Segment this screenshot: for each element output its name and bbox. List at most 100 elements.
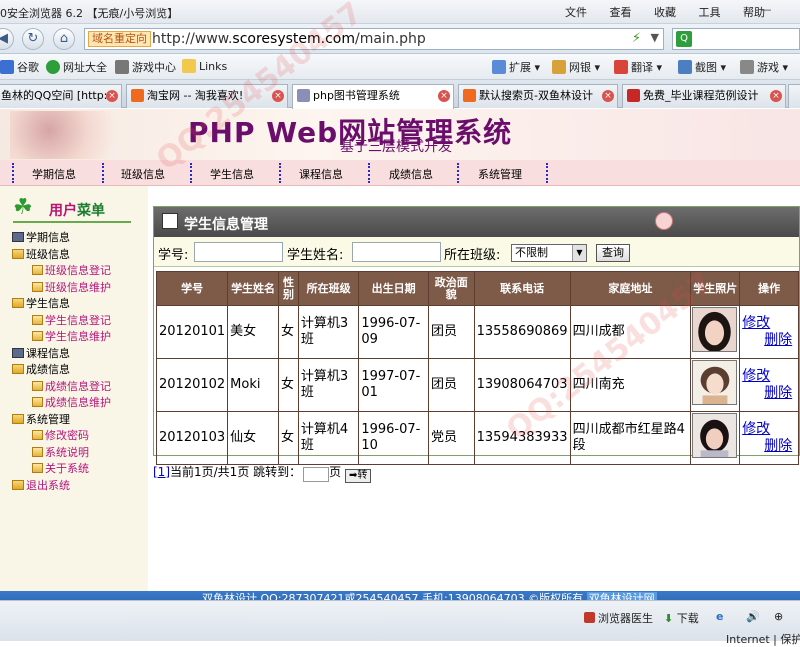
tool-extensions[interactable]: 扩展 ▾ [492,59,540,75]
tab-taobao[interactable]: 淘宝网 -- 淘我喜欢! × [126,84,288,108]
edit-link[interactable]: 修改 [742,421,770,437]
menu-file[interactable]: 文件 [565,6,587,19]
close-icon[interactable]: × [438,90,450,102]
search-box[interactable]: Q [672,28,800,50]
col-action: 操作 [739,271,799,306]
cell-student-name: Moki [227,358,279,412]
edit-link[interactable]: 修改 [742,368,770,384]
speaker-icon[interactable]: 🔊 [746,610,760,623]
cell-phone: 13908064703 [473,358,571,412]
search-engine-icon[interactable]: Q [676,31,692,47]
nav-class[interactable]: 班级信息 [121,166,165,182]
nav-course[interactable]: 课程信息 [299,166,343,182]
nav-student[interactable]: 学生信息 [210,166,254,182]
folder-icon [12,479,24,490]
folder-icon [12,413,24,424]
sidebar-item-score[interactable]: 成绩信息 [12,361,148,378]
page-info: 当前1页/共1页 跳转到： [170,465,302,479]
folder-icon [12,364,24,374]
student-no-input[interactable] [194,242,283,262]
window-titlebar: 0安全浏览器 6.2 【无痕/小号浏览】 文件 查看 收藏 工具 帮助 — [0,0,800,24]
tool-translate[interactable]: 翻译 ▾ [614,59,662,75]
student-photo[interactable] [692,360,738,405]
folder-icon [32,331,43,341]
page-jump-input[interactable] [303,467,330,482]
sidebar-item-change-password[interactable]: 修改密码 [12,427,148,444]
menu-view[interactable]: 查看 [610,6,632,19]
bookmark-sites[interactable]: 网址大全 [46,59,107,75]
sidebar-item-score-manage[interactable]: 成绩信息维护 [12,394,148,411]
address-toolbar: ◀ ↻ ⌂ 域名重定向 http://www.scoresystem.com/m… [0,24,800,54]
tab-free-course[interactable]: 免费_毕业课程范例设计 × [622,84,786,108]
menu-favorites[interactable]: 收藏 [654,6,676,19]
nav-term[interactable]: 学期信息 [32,166,76,182]
ie-icon[interactable]: e [716,610,723,623]
sidebar-item-class-add[interactable]: 班级信息登记 [12,262,148,279]
class-select[interactable]: 不限制 ▼ [511,244,587,262]
tool-game[interactable]: 游戏 ▾ [740,59,788,75]
sidebar-item-system-info[interactable]: 系统说明 [12,444,148,461]
student-photo[interactable] [692,307,738,352]
tab-php-system[interactable]: php图书管理系统 × [292,84,454,109]
nav-system[interactable]: 系统管理 [478,166,522,182]
new-tab-button[interactable] [788,84,800,108]
sidebar-item-course[interactable]: 课程信息 [12,345,148,362]
window-title: 0安全浏览器 6.2 【无痕/小号浏览】 [0,7,179,20]
refresh-icon[interactable]: ↻ [22,28,44,50]
query-button[interactable]: 查询 [596,244,630,262]
sidebar-item-about[interactable]: 关于系统 [12,460,148,477]
close-icon[interactable]: × [272,90,284,102]
sidebar-item-term[interactable]: 学期信息 [12,229,148,246]
student-photo[interactable] [692,413,738,458]
menu-tools[interactable]: 工具 [699,6,721,19]
chevron-down-icon[interactable]: ▼ [651,31,659,44]
close-icon[interactable]: × [106,90,118,102]
home-icon[interactable]: ⌂ [53,28,75,50]
delete-link[interactable]: 删除 [742,438,792,454]
lightning-icon[interactable]: ⚡ [632,31,641,46]
download-button[interactable]: ⬇ 下载 [664,610,699,626]
page-go-button[interactable]: ➡转 [344,469,372,483]
bookmark-google[interactable]: 谷歌 [0,59,39,75]
delete-link[interactable]: 删除 [742,332,792,348]
folder-icon [32,380,43,391]
close-icon[interactable]: × [770,90,782,102]
tab-qq-space[interactable]: 鱼林的QQ空间 [http: × [0,84,122,108]
table-row: 20120103 仙女 女 计算机4班 1996-07-10 党员 135943… [155,411,799,465]
sidebar-item-student-manage[interactable]: 学生信息维护 [12,328,148,345]
bookmark-links[interactable]: Links [182,59,227,73]
browser-doctor[interactable]: 浏览器医生 [584,610,653,626]
security-zone: Internet | 保护 [726,633,800,646]
cell-action: 修改 删除 [739,411,799,465]
sidebar-item-student[interactable]: 学生信息 [12,295,148,312]
tool-bank[interactable]: 网银 ▾ [552,59,600,75]
sidebar-item-logout[interactable]: 退出系统 [12,477,148,494]
page-link[interactable]: [1] [153,465,170,479]
sidebar-item-system[interactable]: 系统管理 [12,411,148,428]
bookmark-games[interactable]: 游戏中心 [115,59,176,75]
sidebar-item-score-add[interactable]: 成绩信息登记 [12,378,148,395]
address-bar[interactable]: 域名重定向 http://www.scoresystem.com/main.ph… [84,28,664,50]
delete-link[interactable]: 删除 [742,385,792,401]
back-icon[interactable]: ◀ [0,28,14,50]
student-name-label: 学生姓名: [287,248,344,263]
sidebar-item-student-add[interactable]: 学生信息登记 [12,312,148,329]
print-icon[interactable] [655,212,673,230]
minimize-icon[interactable]: — [758,2,774,18]
nav-score[interactable]: 成绩信息 [389,166,433,182]
tab-default-search[interactable]: 默认搜索页-双鱼林设计 × [458,84,618,108]
zoom-icon[interactable]: ⊕ [774,610,783,623]
sidebar-item-class-manage[interactable]: 班级信息维护 [12,279,148,296]
cell-student-no: 20120103 [155,411,229,465]
student-name-input[interactable] [352,242,441,262]
gamepad-icon [740,60,754,74]
tool-screenshot[interactable]: 截图 ▾ [678,59,726,75]
edit-link[interactable]: 修改 [742,315,770,331]
site-subtitle: 基于三层模式开发 [340,139,452,155]
cell-birth: 1996-07-09 [358,305,429,359]
url-text[interactable]: http://www.scoresystem.com/main.php [152,31,426,47]
sidebar-item-class[interactable]: 班级信息 [12,246,148,263]
cell-politics: 团员 [427,358,475,412]
sidebar-heading: ☘ 用户菜单 [13,196,131,223]
close-icon[interactable]: × [602,90,614,102]
